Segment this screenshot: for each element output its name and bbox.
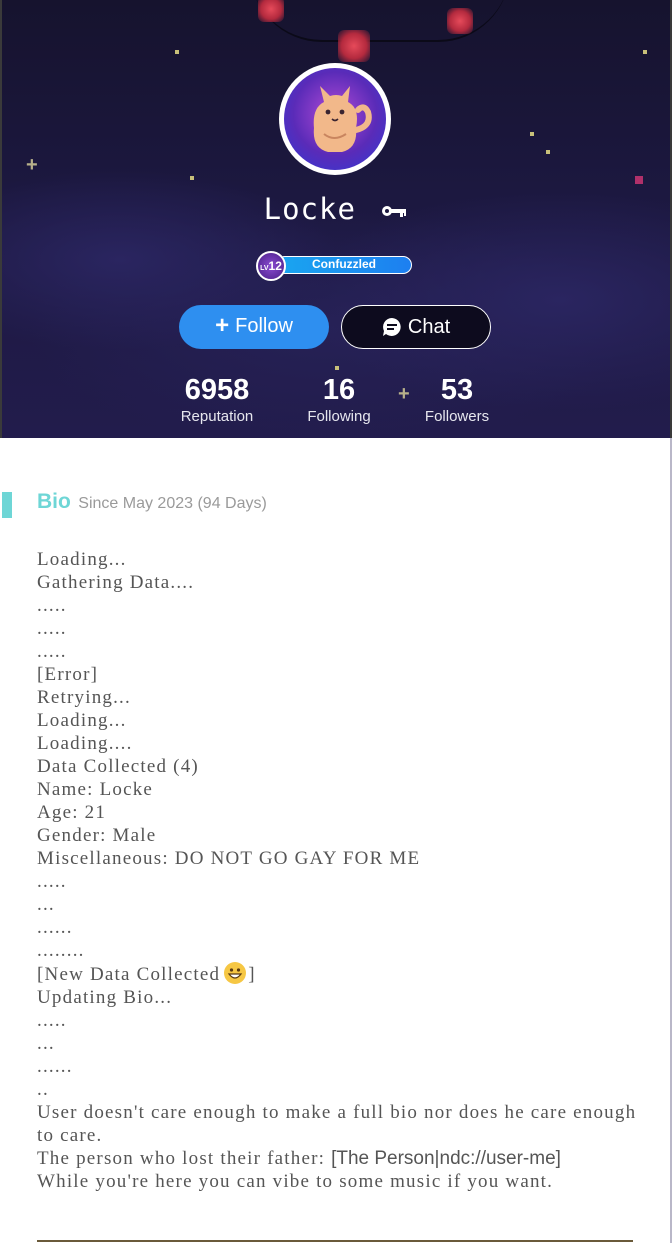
follow-label: Follow	[235, 315, 293, 337]
bio-line-text: The person who lost their father:	[37, 1148, 332, 1169]
bio-divider	[37, 1240, 633, 1242]
bio-line: ...	[37, 1033, 55, 1054]
decor-star	[546, 150, 550, 154]
bio-line-new-data: [New Data Collected]	[37, 962, 637, 986]
level-badge: LV12	[256, 251, 286, 281]
decor-sparkle: +	[26, 154, 38, 176]
bio-line-text: [New Data Collected	[37, 964, 221, 985]
bio-line: ...	[37, 894, 55, 915]
stat-value: 53	[440, 374, 474, 406]
decor-lantern	[338, 30, 370, 62]
bio-line-text: ]	[248, 964, 256, 985]
plus-icon: +	[215, 312, 230, 339]
decor-star	[530, 132, 534, 136]
grinning-emoji-icon	[224, 962, 247, 984]
decor-star	[335, 366, 339, 370]
bio-line: Data Collected (4)	[37, 756, 199, 777]
bio-line: Loading...	[37, 710, 127, 731]
bio-line: User doesn't care enough to make a full …	[37, 1102, 643, 1146]
profile-header: + + Locke Confuzzled LV12 + Follow Chat …	[0, 0, 672, 438]
bio-line: .....	[37, 618, 67, 639]
bio-line: ..	[37, 1079, 49, 1100]
bio-line: Gathering Data....	[37, 572, 195, 593]
bio-line: Retrying...	[37, 687, 131, 708]
level-number: 12	[268, 259, 282, 273]
level-title: Confuzzled	[312, 257, 376, 271]
bio-line: Loading...	[37, 549, 127, 570]
bio-line: Loading....	[37, 733, 133, 754]
chat-button[interactable]: Chat	[341, 305, 491, 349]
bio-line: ......	[37, 1056, 73, 1077]
bio-header: Bio Since May 2023 (94 Days)	[37, 490, 267, 514]
follow-button[interactable]: + Follow	[179, 305, 329, 349]
cat-avatar-image	[313, 86, 372, 152]
user-link[interactable]: [The Person|ndc://user-me]	[331, 1148, 561, 1169]
bio-line: .....	[37, 641, 67, 662]
chat-label: Chat	[407, 316, 451, 338]
decor-lantern	[258, 0, 284, 22]
bio-line-link: The person who lost their father: [The P…	[37, 1147, 637, 1170]
level-prefix: LV	[260, 265, 269, 272]
stat-label: Reputation	[180, 408, 254, 425]
stat-reputation[interactable]: 6958 Reputation	[147, 372, 287, 427]
stat-value: 6958	[184, 374, 250, 406]
bio-line: [Error]	[37, 664, 99, 685]
bio-accent-bar	[2, 492, 12, 518]
bio-line: Age: 21	[37, 802, 107, 823]
decor-star	[643, 50, 647, 54]
stat-followers[interactable]: 53 Followers	[387, 372, 527, 427]
bio-line: ......	[37, 917, 73, 938]
avatar[interactable]	[279, 63, 391, 175]
bio-line: Name: Locke	[37, 779, 154, 800]
username: Locke	[263, 192, 356, 226]
chat-bubble-icon	[382, 318, 401, 336]
key-icon	[382, 206, 407, 217]
bio-line: ........	[37, 940, 85, 961]
decor-star	[190, 176, 194, 180]
bio-content: Loading... Gathering Data.... ..... ....…	[37, 548, 637, 1193]
bio-since: Since May 2023 (94 Days)	[78, 495, 267, 512]
bio-line: Updating Bio...	[37, 987, 173, 1008]
bio-line: Gender: Male	[37, 825, 157, 846]
decor-star	[635, 176, 643, 184]
bio-line: .....	[37, 1010, 67, 1031]
decor-star	[175, 50, 179, 54]
bio-line: Miscellaneous: DO NOT GO GAY FOR ME	[37, 848, 421, 869]
stat-label: Followers	[424, 408, 490, 425]
profile-name: Locke	[0, 192, 672, 226]
decor-lantern	[447, 8, 473, 34]
bio-line: .....	[37, 595, 67, 616]
bio-title: Bio	[37, 490, 71, 513]
bio-line: .....	[37, 871, 67, 892]
bio-line: While you're here you can vibe to some m…	[37, 1171, 554, 1192]
